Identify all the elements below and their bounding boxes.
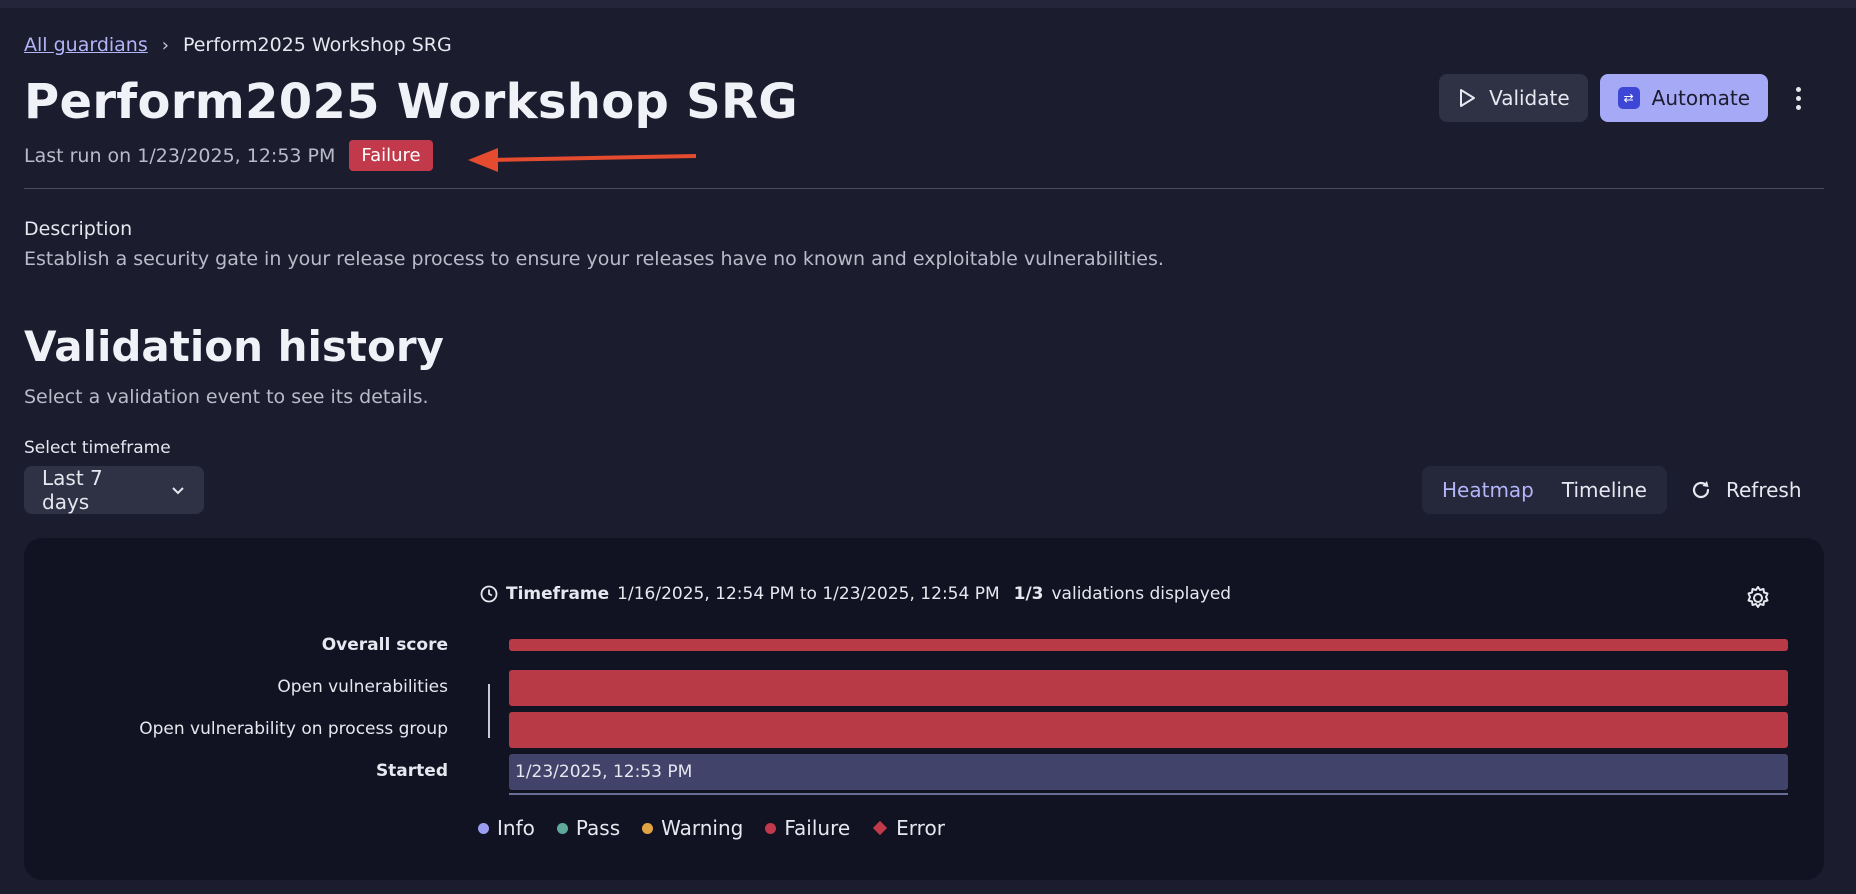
heatmap-timeframe-info: Timeframe 1/16/2025, 12:54 PM to 1/23/20… xyxy=(480,584,1231,604)
info-dot-icon xyxy=(478,822,489,834)
validation-history-title: Validation history xyxy=(24,322,444,371)
kebab-dot xyxy=(1795,86,1801,92)
heatmap-timeframe-label: Timeframe xyxy=(506,584,610,604)
legend-label-error: Error xyxy=(896,816,945,840)
breadcrumb-all-guardians-link[interactable]: All guardians xyxy=(24,34,148,56)
validate-label: Validate xyxy=(1489,86,1570,110)
validation-count: 1/3 xyxy=(1013,584,1044,604)
settings-gear-icon[interactable] xyxy=(1744,584,1772,612)
description-text: Establish a security gate in your releas… xyxy=(24,248,1164,270)
row-label-started: Started xyxy=(375,761,448,781)
automate-button[interactable]: ⇄ Automate xyxy=(1599,74,1768,122)
legend-label-info: Info xyxy=(497,816,535,840)
view-toggle: Heatmap Timeline xyxy=(1422,466,1667,514)
chevron-right-icon: › xyxy=(161,34,169,56)
validation-history-subtitle: Select a validation event to see its det… xyxy=(24,386,429,408)
error-diamond-icon xyxy=(873,820,888,836)
legend-label-failure: Failure xyxy=(784,816,851,840)
annotation-arrow-status xyxy=(468,148,697,172)
kebab-menu-icon[interactable] xyxy=(1780,74,1816,122)
heatmap-cell-open-vulnerability-process-group[interactable] xyxy=(509,712,1788,748)
workflow-icon: ⇄ xyxy=(1617,87,1640,109)
automate-label: Automate xyxy=(1651,86,1750,110)
row-label-overall-score: Overall score xyxy=(321,635,448,655)
kebab-dot xyxy=(1795,104,1801,110)
heatmap-cell-open-vulnerabilities[interactable] xyxy=(509,670,1788,706)
kebab-dot xyxy=(1795,95,1801,101)
row-label-open-vulnerabilities: Open vulnerabilities xyxy=(277,677,448,697)
last-run-text: Last run on 1/23/2025, 12:53 PM xyxy=(24,144,336,167)
refresh-label: Refresh xyxy=(1726,478,1802,502)
validation-count-suffix: validations displayed xyxy=(1051,584,1232,604)
legend-item-pass: Pass xyxy=(556,816,621,840)
objectives-group-bracket xyxy=(488,684,490,738)
timeframe-select[interactable]: Last 7 days xyxy=(24,466,204,514)
play-icon xyxy=(1460,89,1476,107)
row-label-open-vulnerability-process-group: Open vulnerability on process group xyxy=(139,719,448,739)
validate-button[interactable]: Validate xyxy=(1439,74,1588,122)
status-badge: Failure xyxy=(349,140,433,171)
header-divider xyxy=(24,188,1824,189)
heatmap-cell-overall-score[interactable] xyxy=(509,639,1788,651)
legend-item-warning: Warning xyxy=(642,816,743,840)
heatmap-timeframe-range: 1/16/2025, 12:54 PM to 1/23/2025, 12:54 … xyxy=(617,584,1000,604)
heatmap-cell-started[interactable]: 1/23/2025, 12:53 PM xyxy=(509,754,1788,790)
legend-label-warning: Warning xyxy=(661,816,744,840)
tab-timeline[interactable]: Timeline xyxy=(1548,466,1661,514)
clock-icon xyxy=(480,585,498,603)
warning-dot-icon xyxy=(642,822,654,834)
legend-item-failure: Failure xyxy=(765,816,850,840)
breadcrumb-current: Perform2025 Workshop SRG xyxy=(182,34,452,56)
legend-item-error: Error xyxy=(872,816,945,840)
timeframe-label: Select timeframe xyxy=(24,438,171,458)
header-actions: Validate ⇄ Automate xyxy=(1439,74,1816,122)
pass-dot-icon xyxy=(556,822,568,834)
page-title: Perform2025 Workshop SRG xyxy=(24,74,798,130)
refresh-button[interactable]: Refresh xyxy=(1690,466,1802,514)
started-timestamp: 1/23/2025, 12:53 PM xyxy=(515,762,693,782)
last-run-info: Last run on 1/23/2025, 12:53 PM Failure xyxy=(24,140,433,171)
refresh-icon xyxy=(1692,481,1710,499)
failure-dot-icon xyxy=(765,822,777,834)
legend-label-pass: Pass xyxy=(575,816,621,840)
timeframe-value: Last 7 days xyxy=(42,466,103,514)
breadcrumb: All guardians › Perform2025 Workshop SRG xyxy=(24,34,452,56)
selected-event-indicator xyxy=(509,793,1788,795)
legend-item-info: Info xyxy=(478,816,535,840)
heatmap-legend: Info Pass Warning Failure Error xyxy=(478,816,945,840)
chevron-down-icon xyxy=(172,487,184,495)
description-label: Description xyxy=(24,218,133,240)
tab-heatmap[interactable]: Heatmap xyxy=(1428,466,1548,514)
top-bar xyxy=(0,0,1856,8)
